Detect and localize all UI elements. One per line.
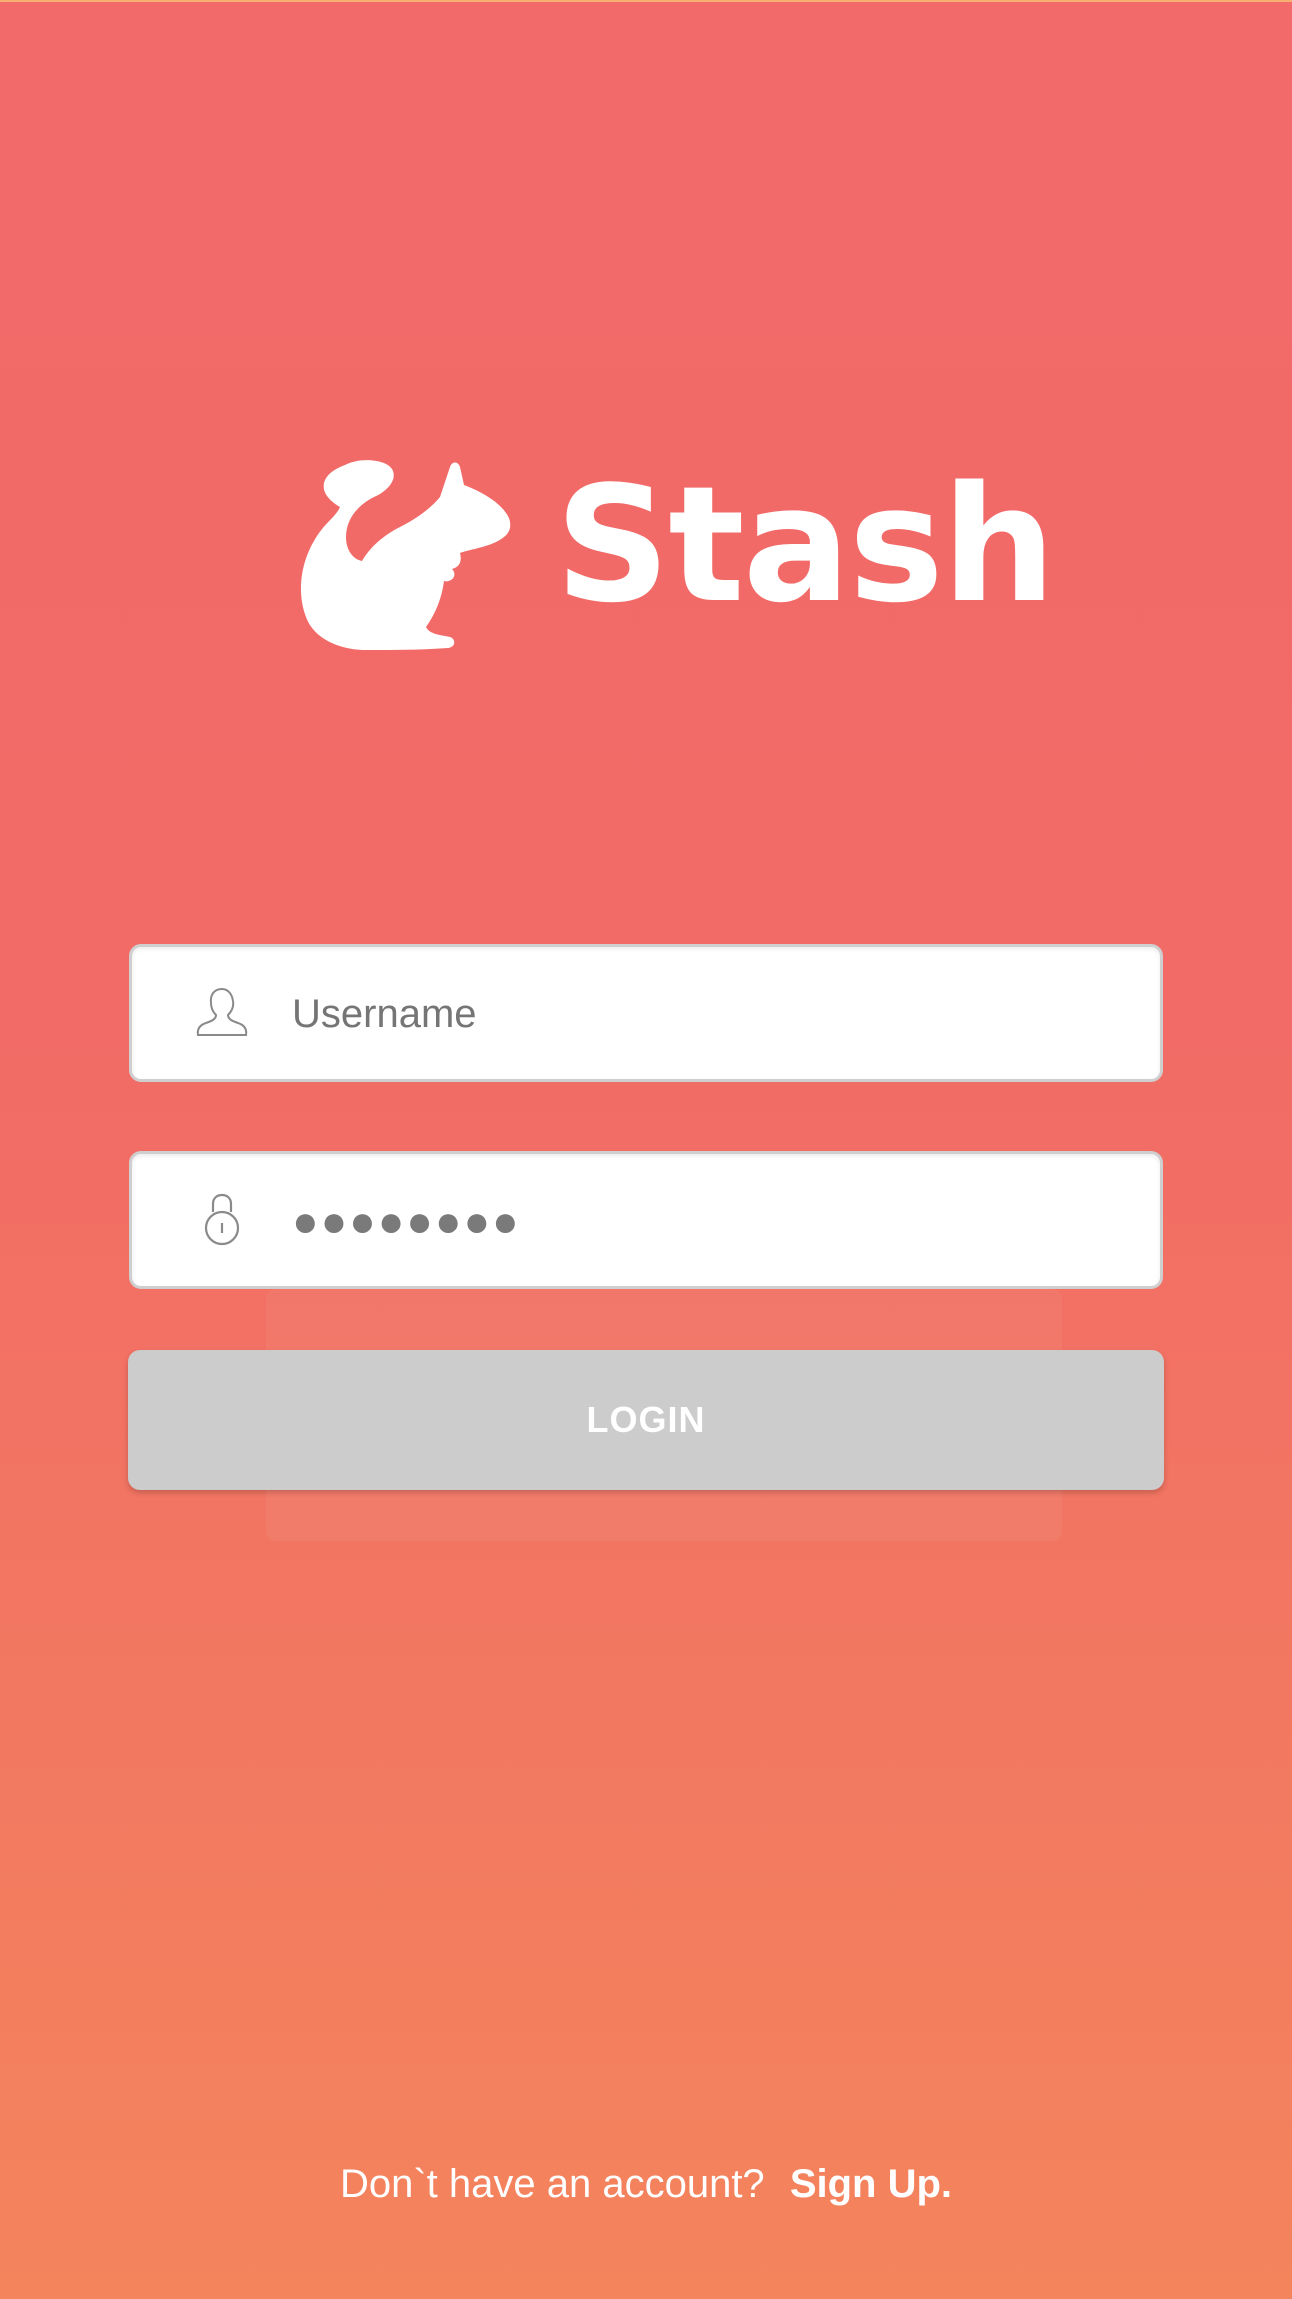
password-field[interactable]: ●●●●●●●●	[129, 1151, 1163, 1289]
password-input[interactable]: ●●●●●●●●	[292, 1154, 521, 1286]
signup-prompt: Don`t have an account? Sign Up.	[0, 2162, 1292, 2207]
app-logo: Stash	[300, 457, 1056, 657]
app-name: Stash	[555, 451, 1056, 638]
signup-question: Don`t have an account?	[339, 2162, 765, 2206]
username-field[interactable]	[129, 944, 1163, 1082]
lock-icon	[204, 1193, 240, 1246]
user-icon	[196, 987, 248, 1036]
signup-link[interactable]: Sign Up.	[790, 2162, 952, 2206]
squirrel-icon	[300, 460, 511, 650]
login-screen: Stash ●●●●●●●● LOGIN Don`t have an accou…	[0, 0, 1292, 2299]
username-input[interactable]	[290, 947, 1114, 1081]
login-button[interactable]: LOGIN	[128, 1350, 1164, 1490]
